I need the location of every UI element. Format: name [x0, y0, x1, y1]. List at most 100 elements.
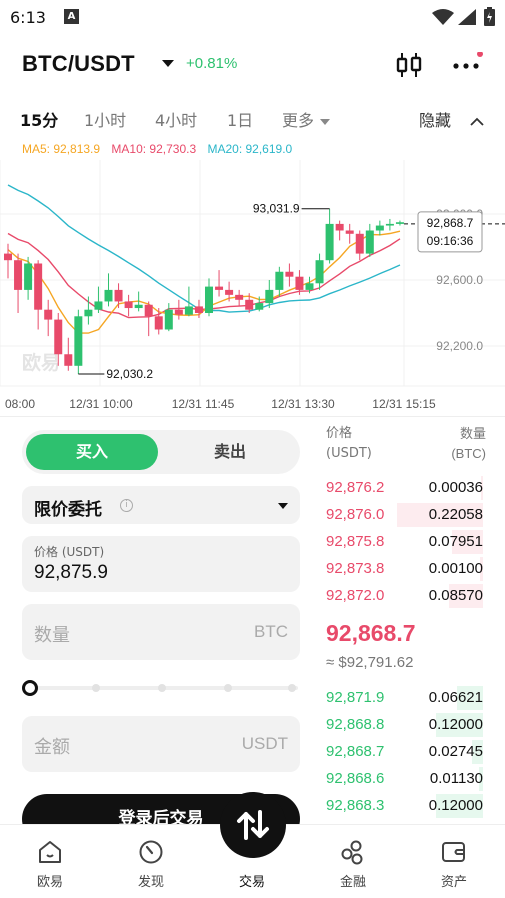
bid-row[interactable]: 92,868.7 0.02745: [326, 740, 483, 764]
candle-body: [34, 263, 43, 310]
order-type-select[interactable]: 限价委托 i: [22, 486, 300, 524]
bid-row[interactable]: 92,868.6 0.01130: [326, 767, 483, 791]
ask-row[interactable]: 92,872.0 0.08570: [326, 584, 483, 608]
quantity-input[interactable]: 数量 BTC: [22, 604, 300, 660]
tab-1h[interactable]: 1小时: [84, 107, 126, 131]
nav-assets[interactable]: 资产: [414, 839, 494, 890]
slider-step[interactable]: [92, 684, 100, 692]
amount-input[interactable]: 金额 USDT: [22, 716, 300, 772]
candle-body: [184, 306, 193, 315]
price-input[interactable]: 价格 (USDT) 92,875.9: [22, 536, 300, 592]
more-icon[interactable]: [452, 52, 484, 78]
ma5-label: MA5: 92,813.9: [22, 142, 101, 156]
candle-body: [64, 354, 73, 366]
ma-lines: [7, 184, 401, 334]
candle-body: [134, 304, 143, 309]
slider-step[interactable]: [288, 684, 296, 692]
order-qty: 0.00100: [428, 560, 483, 577]
order-price: 92,868.3: [326, 797, 385, 814]
pair-selector[interactable]: BTC/USDT: [22, 51, 135, 77]
price-label: 价格 (USDT): [34, 545, 105, 559]
ask-row[interactable]: 92,876.2 0.00036: [326, 476, 483, 500]
tab-4h[interactable]: 4小时: [155, 107, 197, 131]
candle-body: [215, 286, 224, 290]
ma5-line: [7, 230, 401, 334]
ma10-label: MA10: 92,730.3: [111, 142, 197, 156]
slider-handle[interactable]: [22, 680, 38, 696]
candle-body: [174, 309, 183, 315]
candle-body: [335, 223, 344, 231]
bid-row[interactable]: 92,868.8 0.12000: [326, 713, 483, 737]
candle-body: [305, 283, 314, 290]
ma20-line: [7, 184, 401, 313]
bid-row[interactable]: 92,871.9 0.06621: [326, 686, 483, 710]
candle-body: [4, 253, 12, 261]
sell-tab[interactable]: 卖出: [164, 434, 296, 470]
qty-header: 数量: [459, 426, 486, 441]
tab-more[interactable]: 更多: [282, 107, 331, 131]
order-price: 92,868.7: [326, 743, 385, 760]
candlestick-icon[interactable]: [394, 50, 424, 80]
high-price-label: 93,031.9: [253, 202, 300, 216]
candle-body: [285, 271, 294, 277]
trade-fab[interactable]: [220, 792, 286, 858]
candle-body: [164, 309, 173, 330]
price-change: +0.81%: [186, 55, 238, 72]
y-tick-label: 92,200.0: [436, 339, 483, 353]
divider: [0, 416, 505, 417]
ask-row[interactable]: 92,875.8 0.07951: [326, 530, 483, 554]
candle-body: [44, 309, 53, 320]
nav-finance-label: 金融: [339, 875, 366, 890]
nav-discover[interactable]: 发现: [111, 839, 191, 890]
candle-body: [295, 276, 304, 290]
qty-header-unit: (BTC): [451, 446, 486, 461]
candle-body: [94, 301, 103, 310]
candle-body: [205, 286, 213, 313]
price-value[interactable]: 92,875.9: [34, 562, 108, 584]
caret-down-icon: [320, 118, 331, 125]
info-icon[interactable]: i: [120, 499, 133, 512]
order-qty: 0.01130: [429, 770, 483, 787]
amount-slider[interactable]: [22, 680, 300, 696]
home-icon: [39, 841, 61, 863]
low-price-label: 92,030.2: [106, 367, 153, 381]
side-toggle: 买入 卖出: [22, 430, 300, 474]
nav-discover-label: 发现: [137, 875, 164, 890]
order-price: 92,872.0: [326, 587, 385, 604]
signal-icon: [458, 9, 476, 25]
nav-trade[interactable]: 交易: [212, 865, 292, 890]
order-qty: 0.00036: [428, 479, 483, 496]
nav-finance[interactable]: 金融: [313, 839, 393, 890]
buy-tab[interactable]: 买入: [26, 434, 158, 470]
quantity-unit: BTC: [254, 622, 288, 641]
tab-15m[interactable]: 15分: [20, 107, 58, 131]
ma10-line: [7, 232, 401, 319]
slider-step[interactable]: [158, 684, 166, 692]
candle-body: [315, 260, 324, 284]
order-qty: 0.12000: [428, 797, 483, 814]
quantity-placeholder: 数量: [34, 625, 70, 646]
app-notification-icon: A: [64, 9, 79, 24]
candle-body: [375, 225, 384, 231]
caret-down-icon: [278, 503, 288, 509]
candlestick-chart[interactable]: 欧易 93,000.092,600.092,200.008:0012/31 10…: [0, 160, 505, 410]
tab-1d[interactable]: 1日: [227, 107, 253, 131]
order-price: 92,868.6: [326, 770, 385, 787]
hide-chart-button[interactable]: 隐藏: [419, 107, 484, 131]
candle-body: [194, 306, 203, 313]
bid-row[interactable]: 92,868.3 0.12000: [326, 794, 483, 818]
status-time: 6:13: [10, 8, 46, 27]
slider-step[interactable]: [224, 684, 232, 692]
candles: [4, 208, 404, 375]
battery-icon: [484, 7, 495, 26]
order-price: 92,876.2: [326, 479, 385, 496]
candle-body: [325, 223, 334, 261]
ask-row[interactable]: 92,876.0 0.22058: [326, 503, 483, 527]
last-price[interactable]: 92,868.7: [326, 620, 416, 647]
candle-body: [265, 289, 274, 304]
amount-unit: USDT: [241, 734, 288, 753]
nav-home[interactable]: 欧易: [10, 839, 90, 890]
caret-down-icon[interactable]: [162, 60, 174, 67]
x-tick-label: 12/31 10:00: [69, 397, 133, 410]
ask-row[interactable]: 92,873.8 0.00100: [326, 557, 483, 581]
